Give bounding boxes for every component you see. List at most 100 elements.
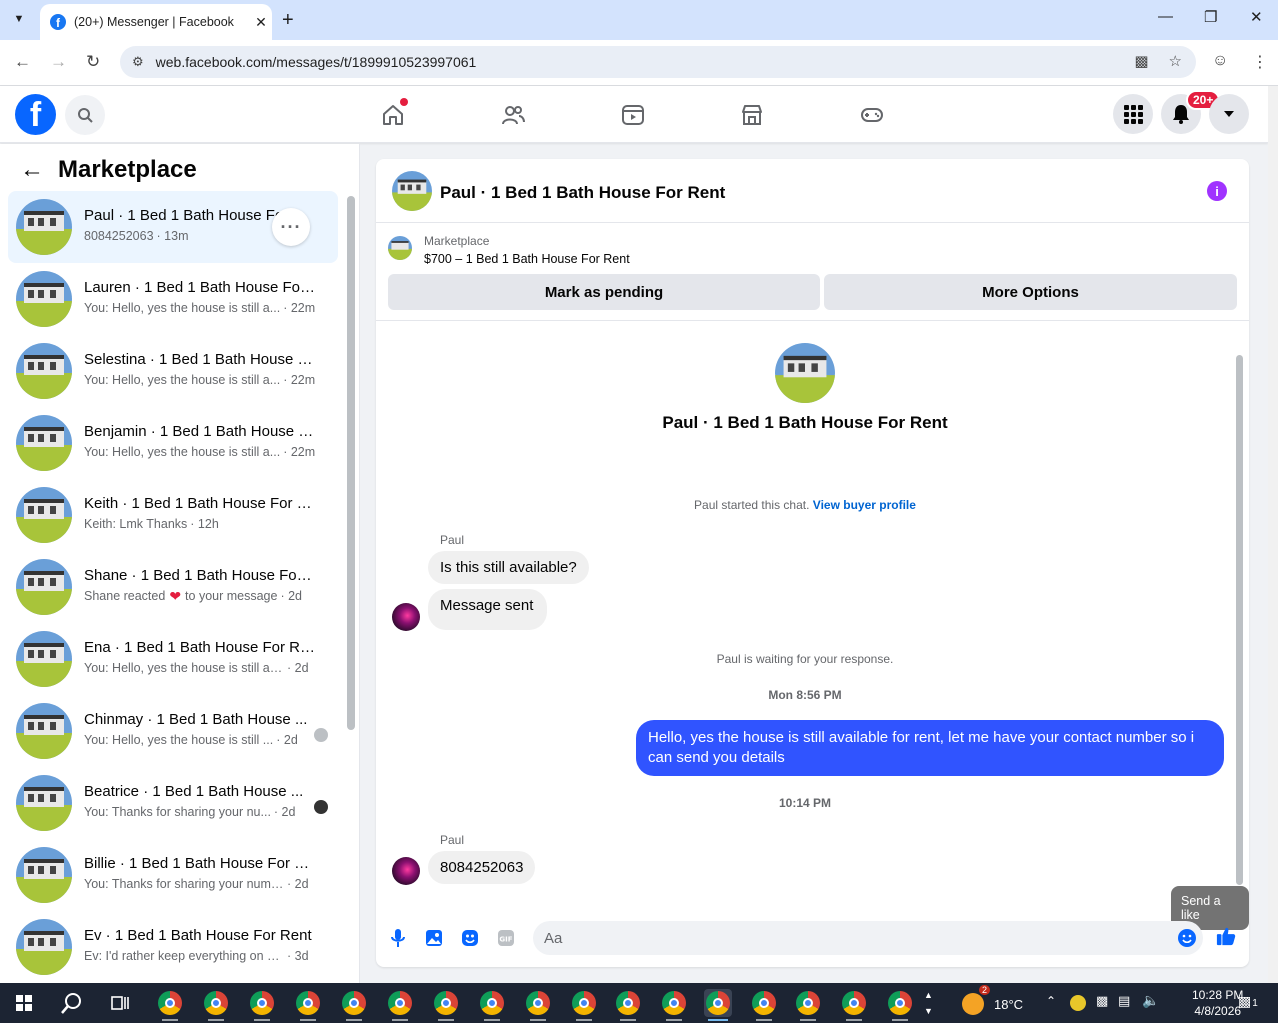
account-button[interactable]	[1209, 94, 1249, 134]
chrome-taskbar-icon[interactable]	[248, 989, 276, 1021]
tray-app-icon[interactable]	[1070, 995, 1086, 1011]
tab-search-chevron-icon[interactable]: ▼	[8, 8, 30, 30]
sidebar-scrollbar[interactable]	[347, 196, 355, 730]
preview-time: · 22m	[283, 445, 316, 459]
browser-menu-icon[interactable]: ⋮	[1252, 52, 1268, 72]
volume-icon[interactable]: 🔈	[1142, 992, 1159, 1009]
message-input[interactable]	[533, 921, 1203, 955]
meet-now-icon[interactable]: ▩	[1096, 993, 1108, 1009]
conversation-item[interactable]: Shane · 1 Bed 1 Bath House For ... Shane…	[8, 551, 338, 623]
conversation-item[interactable]: Keith · 1 Bed 1 Bath House For R... Keit…	[8, 479, 338, 551]
browser-tab-active[interactable]: f (20+) Messenger | Facebook ✕	[40, 4, 272, 40]
windows-taskbar: ▲ ▼ 2 18°C ⌃ ▩ ▤ 🔈 10:28 PM 4/8/2026 ▩1	[0, 983, 1278, 1023]
show-hidden-icons-icon[interactable]: ⌃	[1046, 994, 1056, 1008]
chrome-taskbar-icon[interactable]	[614, 989, 642, 1021]
voice-clip-button[interactable]	[388, 928, 408, 948]
sticker-button[interactable]	[460, 928, 480, 948]
nav-video[interactable]	[618, 100, 648, 130]
url-text[interactable]: web.facebook.com/messages/t/189991052399…	[156, 54, 477, 70]
incoming-message[interactable]: Message sent	[428, 589, 548, 630]
conversation-item[interactable]: Benjamin · 1 Bed 1 Bath House F... You: …	[8, 407, 338, 479]
page-scrollbar[interactable]	[1268, 86, 1278, 983]
thread-scrollbar[interactable]	[1236, 355, 1243, 885]
view-buyer-profile-link[interactable]: View buyer profile	[813, 498, 916, 512]
sidebar-title: Marketplace	[58, 156, 197, 183]
back-icon[interactable]: ←	[14, 52, 31, 72]
nav-home[interactable]	[378, 98, 408, 130]
network-icon[interactable]: ▤	[1118, 993, 1130, 1009]
minimize-icon[interactable]: —	[1158, 8, 1173, 25]
restore-icon[interactable]: ❐	[1204, 8, 1217, 26]
weather-badge: 2	[978, 985, 990, 995]
chrome-taskbar-icon[interactable]	[570, 989, 598, 1021]
task-view-icon[interactable]	[106, 989, 134, 1017]
nav-marketplace[interactable]	[737, 100, 767, 130]
incoming-message[interactable]: Is this still available?	[428, 551, 589, 584]
bookmark-star-icon[interactable]: ☆	[1169, 52, 1182, 70]
chrome-taskbar-icon[interactable]	[660, 989, 688, 1021]
incoming-message[interactable]: 8084252063	[428, 851, 536, 884]
nav-gaming[interactable]	[857, 100, 887, 130]
conversation-item[interactable]: Lauren · 1 Bed 1 Bath House For ... You:…	[8, 263, 338, 335]
attach-photo-button[interactable]	[424, 928, 444, 948]
taskbar-clock[interactable]: 10:28 PM 4/8/2026	[1192, 987, 1243, 1019]
menu-button[interactable]	[1113, 94, 1153, 134]
conversation-item[interactable]: Paul · 1 Bed 1 Bath House For Rent 80842…	[8, 191, 338, 263]
search-button[interactable]	[65, 95, 105, 135]
gif-icon: GIF	[498, 930, 514, 946]
chrome-taskbar-icon[interactable]	[294, 989, 322, 1021]
more-options-button[interactable]: More Options	[824, 274, 1237, 310]
sender-avatar[interactable]	[392, 857, 420, 885]
chrome-taskbar-icon[interactable]	[156, 989, 184, 1021]
sticker-icon	[462, 930, 478, 946]
conversation-item[interactable]: Chinmay · 1 Bed 1 Bath House ... You: He…	[8, 695, 338, 767]
conversation-more-button[interactable]: ···	[272, 208, 310, 246]
chrome-taskbar-icon[interactable]	[340, 989, 368, 1021]
waiting-note: Paul is waiting for your response.	[716, 652, 894, 666]
conversation-item[interactable]: Ev · 1 Bed 1 Bath House For Rent Ev: I'd…	[8, 911, 338, 983]
chrome-taskbar-icon[interactable]	[202, 989, 230, 1021]
close-window-icon[interactable]: ✕	[1250, 8, 1263, 26]
chrome-taskbar-icon[interactable]	[794, 989, 822, 1021]
chrome-taskbar-icon[interactable]	[386, 989, 414, 1021]
tab-close-icon[interactable]: ✕	[250, 14, 272, 31]
conversation-item[interactable]: Beatrice · 1 Bed 1 Bath House ... You: T…	[8, 767, 338, 839]
taskbar-scroll-arrows-icon[interactable]: ▲ ▼	[924, 987, 933, 1019]
conversation-item[interactable]: Selestina · 1 Bed 1 Bath House F... You:…	[8, 335, 338, 407]
back-arrow-icon[interactable]: ←	[20, 156, 44, 184]
sender-avatar[interactable]	[392, 603, 420, 631]
chat-title[interactable]: Paul · 1 Bed 1 Bath House For Rent	[440, 183, 725, 203]
conversation-item[interactable]: Billie · 1 Bed 1 Bath House For Re... Yo…	[8, 839, 338, 911]
windows-start-icon[interactable]	[10, 989, 38, 1017]
facebook-logo[interactable]: f	[15, 94, 56, 135]
site-info-icon[interactable]: ⚙	[132, 54, 144, 70]
new-tab-icon[interactable]: +	[282, 9, 294, 32]
search-icon[interactable]	[58, 989, 86, 1017]
action-center-icon[interactable]: ▩1	[1238, 993, 1258, 1010]
address-bar[interactable]: ⚙ web.facebook.com/messages/t/1899910523…	[120, 46, 1196, 78]
conversation-item[interactable]: Ena · 1 Bed 1 Bath House For Rent You: H…	[8, 623, 338, 695]
chrome-taskbar-icon[interactable]	[432, 989, 460, 1021]
emoji-button[interactable]	[1177, 928, 1197, 948]
listing-title[interactable]: $700 – 1 Bed 1 Bath House For Rent	[424, 252, 630, 266]
send-like-button[interactable]	[1216, 926, 1236, 946]
info-icon[interactable]: i	[1207, 181, 1227, 201]
profile-icon[interactable]: ☺	[1212, 52, 1228, 70]
grid-menu-icon	[1124, 105, 1143, 124]
chrome-taskbar-icon[interactable]	[478, 989, 506, 1021]
forward-icon[interactable]: →	[50, 52, 67, 72]
weather-widget[interactable]: 2 18°C	[962, 985, 1023, 1015]
install-app-icon[interactable]: ▩	[1134, 52, 1148, 70]
preview-text: You: Hello, yes the house is still ava..…	[84, 661, 284, 675]
outgoing-message[interactable]: Hello, yes the house is still available …	[636, 720, 1224, 776]
nav-friends[interactable]	[498, 100, 528, 130]
gif-button[interactable]: GIF	[496, 928, 516, 948]
reload-icon[interactable]: ↻	[86, 52, 100, 72]
chrome-taskbar-icon[interactable]	[840, 989, 868, 1021]
chat-avatar[interactable]	[392, 171, 432, 211]
chrome-taskbar-icon[interactable]	[524, 989, 552, 1021]
chrome-taskbar-icon[interactable]	[750, 989, 778, 1021]
chrome-taskbar-icon-active[interactable]	[704, 989, 732, 1021]
mark-as-pending-button[interactable]: Mark as pending	[388, 274, 820, 310]
chrome-taskbar-icon[interactable]	[886, 989, 914, 1021]
